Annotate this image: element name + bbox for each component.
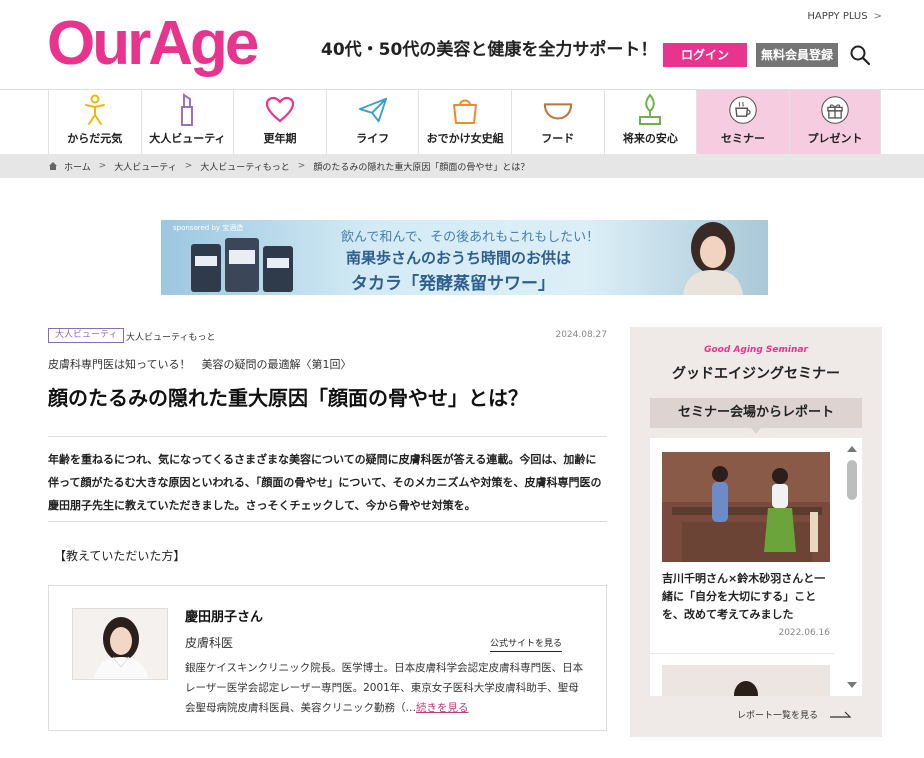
paper-plane-icon [358,97,387,123]
nav-label: 将来の安心 [622,132,678,145]
profile-bio: 銀座ケイスキンクリニック院長。医学博士。日本皮膚科学会認定皮膚科専門医、日本レー… [185,658,589,718]
scroll-down-arrow-icon[interactable] [845,680,859,690]
nav-item-seminar[interactable]: セミナー [696,90,789,154]
breadcrumb-bar: ホーム > 大人ビューティ > 大人ビューティもっと > 顔のたるみの隠れた重大… [0,154,924,178]
scroll-up-arrow-icon[interactable] [845,444,859,454]
bag-icon [453,99,478,124]
nav-item-food[interactable]: フード [510,90,604,154]
seminar-photo [662,452,830,562]
breadcrumb-current: 顔のたるみの隠れた重大原因「顔面の骨やせ」とは？ [313,162,530,173]
teacher-heading: 【教えていただいた方】 [54,549,186,563]
site-header: OurAge 40代・50代の美容と健康を全力サポート！ HAPPY PLUS >… [0,0,924,90]
breadcrumb-separator: > [184,161,193,171]
arrow-right-icon [830,711,852,718]
profile-name: 慶田朋子さん [185,610,264,625]
bowl-icon [543,103,572,120]
avatar [72,608,168,680]
read-more-link[interactable]: 続きを見る [416,702,469,714]
nav-label: 更年期 [263,132,297,145]
article-date: 2024.08.27 [555,330,607,340]
divider [48,436,607,437]
subcategory-label[interactable]: 大人ビューティもっと [126,330,215,343]
seminar-subtitle: Good Aging Seminar [704,345,808,355]
banner-line-1: 飲んで和んで、その後あれもこれもしたい！ [341,230,600,245]
login-button[interactable]: ログイン [663,43,747,67]
profile-role: 皮膚科医 [185,636,234,650]
breadcrumb-beauty-more[interactable]: 大人ビューティもっと [200,160,289,173]
official-site-link[interactable]: 公式サイトを見る [490,636,563,652]
category-tag[interactable]: 大人ビューティ [48,328,125,343]
person-icon [84,94,105,125]
seminar-title: グッドエイジングセミナー [672,366,840,382]
breadcrumb-beauty[interactable]: 大人ビューティ [114,160,176,173]
seminar-report-list: 吉川千明さん×鈴木砂羽さんと一緒に「自分を大切にする」ことを、改めて考えてみまし… [650,438,862,696]
tab-pointer-icon [751,428,761,434]
nav-item-karada[interactable]: からだ元気 [48,90,141,154]
doctor-photo [73,609,167,679]
seminar-report-tab: セミナー会場からレポート [650,398,862,428]
happy-plus-link[interactable]: HAPPY PLUS > [807,11,882,22]
gift-icon [821,96,849,124]
nav-label: からだ元気 [67,132,123,145]
nav-item-kounenki[interactable]: 更年期 [233,90,326,154]
divider [650,653,834,654]
breadcrumb-separator: > [297,161,306,171]
seminar-sidebar: Good Aging Seminar グッドエイジングセミナー セミナー会場から… [630,327,882,737]
page-title: 顔のたるみの隠れた重大原因「顔面の骨やせ」とは？ [48,386,528,410]
chevron-right-icon: > [873,11,882,22]
plant-icon [639,93,662,125]
series-title: 皮膚科専門医は知っている！ 美容の疑問の最適解〈第1回〉 [48,358,352,371]
coffee-cup-icon [729,96,757,124]
breadcrumb-home[interactable]: ホーム [64,160,91,173]
main-nav: からだ元気 大人ビューティ 更年期 ライフ おでかけ女史組 フード 将来の安心 … [48,90,882,154]
site-tagline: 40代・50代の美容と健康を全力サポート！ [321,40,658,60]
nav-item-beauty[interactable]: 大人ビューティ [140,90,234,154]
nav-item-present[interactable]: プレゼント [788,90,882,154]
breadcrumb: ホーム > 大人ビューティ > 大人ビューティもっと > 顔のたるみの隠れた重大… [48,154,529,178]
seminar-photo [662,665,830,696]
breadcrumb-separator: > [98,161,107,171]
divider [48,521,607,522]
site-logo[interactable]: OurAge [47,13,259,75]
banner-line-3: タカラ「発酵蒸留サワー」 [351,274,555,294]
scrollbar-thumb[interactable] [847,460,857,500]
nav-label: おでかけ女史組 [426,132,504,145]
profile-card: 慶田朋子さん 皮膚科医 公式サイトを見る 銀座ケイスキンクリニック院長。医学博士… [48,585,607,731]
register-button[interactable]: 無料会員登録 [756,43,838,67]
banner-line-2: 南果歩さんのおうち時間のお供は [346,249,572,267]
lipstick-icon [181,93,194,126]
banner-model-image [683,222,743,295]
search-icon[interactable] [849,44,871,66]
profile-bio-text: 銀座ケイスキンクリニック院長。医学博士。日本皮膚科学会認定皮膚科専門医、日本レー… [185,662,584,714]
nav-item-odekake[interactable]: おでかけ女史組 [418,90,511,154]
seminar-card-image[interactable] [662,452,830,562]
nav-label: ライフ [356,132,390,145]
nav-label: 大人ビューティ [149,132,226,145]
seminar-card-date: 2022.06.16 [778,628,830,638]
report-list-label: レポート一覧を見る [737,711,819,721]
nav-label: プレゼント [807,132,863,145]
seminar-card-title[interactable]: 吉川千明さん×鈴木砂羽さんと一緒に「自分を大切にする」ことを、改めて考えてみまし… [662,570,834,624]
heart-icon [265,96,295,123]
happy-plus-label: HAPPY PLUS [807,11,868,22]
nav-label: フード [541,132,575,145]
ad-banner[interactable]: sponsored by 宝酒造 飲んで和んで、その後あれもこれもしたい！ 南果… [161,220,768,295]
home-icon [49,162,57,170]
nav-item-anshin[interactable]: 将来の安心 [603,90,697,154]
product-cans-image [191,238,293,292]
nav-label: セミナー [720,132,765,145]
seminar-card-image[interactable] [662,665,830,696]
report-list-link[interactable]: レポート一覧を見る [737,708,852,721]
nav-item-life[interactable]: ライフ [325,90,419,154]
article-lead: 年齢を重ねるにつれ、気になってくるさまざまな美容についての疑問に皮膚科医が答える… [48,453,602,512]
